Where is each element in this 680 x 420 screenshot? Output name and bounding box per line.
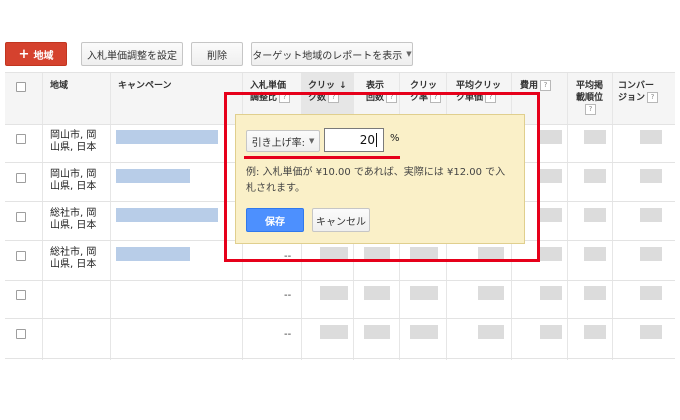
- save-button[interactable]: 保存: [246, 208, 304, 232]
- target-report-label: ターゲット地域のレポートを表示: [252, 50, 403, 62]
- avg-cpc-value: [478, 286, 504, 300]
- set-bid-adjustment-label: 入札単価調整を設定: [87, 50, 177, 62]
- cost-value: [540, 286, 562, 300]
- bid-adjustment-value[interactable]: --: [284, 329, 291, 340]
- chevron-down-icon: ▼: [406, 50, 412, 58]
- conversions-value: [640, 247, 662, 261]
- avg-position-value: [584, 247, 606, 261]
- percent-sign: %: [390, 133, 400, 144]
- avg-position-value: [584, 208, 606, 222]
- add-region-button[interactable]: + 地域: [5, 42, 67, 66]
- input-underline: [244, 156, 400, 159]
- column-divider: [110, 72, 111, 360]
- header-cost[interactable]: 費用?: [520, 80, 552, 92]
- column-divider: [612, 72, 613, 360]
- column-divider: [42, 72, 43, 360]
- region-cell[interactable]: 総社市, 岡山県, 日本: [50, 247, 106, 271]
- impressions-value: [364, 325, 390, 339]
- bid-adjustment-value[interactable]: --: [284, 290, 291, 301]
- row-checkbox[interactable]: [16, 290, 26, 300]
- row-divider: [5, 72, 675, 73]
- row-divider: [5, 358, 675, 359]
- campaign-name-redacted[interactable]: [116, 169, 190, 183]
- row-checkbox[interactable]: [16, 134, 26, 144]
- cost-value: [540, 247, 562, 261]
- avg-position-value: [584, 325, 606, 339]
- row-divider: [5, 280, 675, 281]
- clicks-value: [320, 286, 348, 300]
- cost-value: [540, 325, 562, 339]
- delete-button[interactable]: 削除: [191, 42, 243, 66]
- cost-value: [540, 208, 562, 222]
- header-avg-position[interactable]: 平均掲 載順位 ?: [576, 80, 603, 116]
- campaign-name-redacted[interactable]: [116, 208, 218, 222]
- conversions-value: [640, 208, 662, 222]
- cancel-button[interactable]: キャンセル: [312, 208, 370, 232]
- impressions-value: [364, 286, 390, 300]
- row-divider: [5, 318, 675, 319]
- set-bid-adjustment-button[interactable]: 入札単価調整を設定: [81, 42, 183, 66]
- avg-cpc-value: [478, 325, 504, 339]
- example-text: 例: 入札単価が ¥10.00 であれば、実際には ¥12.00 で入 札されま…: [246, 167, 506, 194]
- conversions-value: [640, 286, 662, 300]
- text-cursor: [376, 133, 377, 147]
- plus-icon: +: [18, 46, 30, 62]
- help-icon[interactable]: ?: [647, 92, 659, 103]
- delete-label: 削除: [207, 50, 227, 62]
- column-divider: [567, 72, 568, 360]
- ctr-value: [410, 286, 438, 300]
- conversions-value: [640, 325, 662, 339]
- conversions-value: [640, 130, 662, 144]
- row-checkbox[interactable]: [16, 173, 26, 183]
- sort-desc-arrow-icon: ↓: [339, 81, 347, 91]
- header-region[interactable]: 地域: [50, 80, 68, 92]
- campaign-name-redacted[interactable]: [116, 247, 190, 261]
- region-cell[interactable]: 総社市, 岡山県, 日本: [50, 208, 106, 232]
- campaign-name-redacted[interactable]: [116, 130, 218, 144]
- ctr-value: [410, 325, 438, 339]
- row-checkbox[interactable]: [16, 212, 26, 222]
- help-icon[interactable]: ?: [540, 80, 552, 91]
- help-icon[interactable]: ?: [585, 104, 596, 115]
- select-all-checkbox[interactable]: [16, 82, 26, 92]
- region-cell[interactable]: 岡山市, 岡山県, 日本: [50, 130, 106, 154]
- cost-value: [540, 169, 562, 183]
- row-checkbox[interactable]: [16, 251, 26, 261]
- bid-adjustment-popup: 引き上げ率: ▼ 20 % 例: 入札単価が ¥10.00 であれば、実際には …: [235, 114, 525, 244]
- header-conversions[interactable]: コンバー ジョン?: [618, 80, 659, 104]
- clicks-value: [320, 325, 348, 339]
- target-report-button[interactable]: ターゲット地域のレポートを表示 ▼: [251, 42, 413, 66]
- avg-position-value: [584, 169, 606, 183]
- cost-value: [540, 130, 562, 144]
- percent-input[interactable]: 20: [324, 128, 384, 152]
- header-campaign[interactable]: キャンペーン: [118, 80, 172, 92]
- region-cell[interactable]: 岡山市, 岡山県, 日本: [50, 169, 106, 193]
- row-checkbox[interactable]: [16, 329, 26, 339]
- chevron-down-icon: ▼: [308, 137, 315, 145]
- conversions-value: [640, 169, 662, 183]
- adjustment-type-dropdown[interactable]: 引き上げ率: ▼: [246, 130, 320, 152]
- avg-position-value: [584, 130, 606, 144]
- add-region-label: 地域: [33, 50, 54, 62]
- avg-position-value: [584, 286, 606, 300]
